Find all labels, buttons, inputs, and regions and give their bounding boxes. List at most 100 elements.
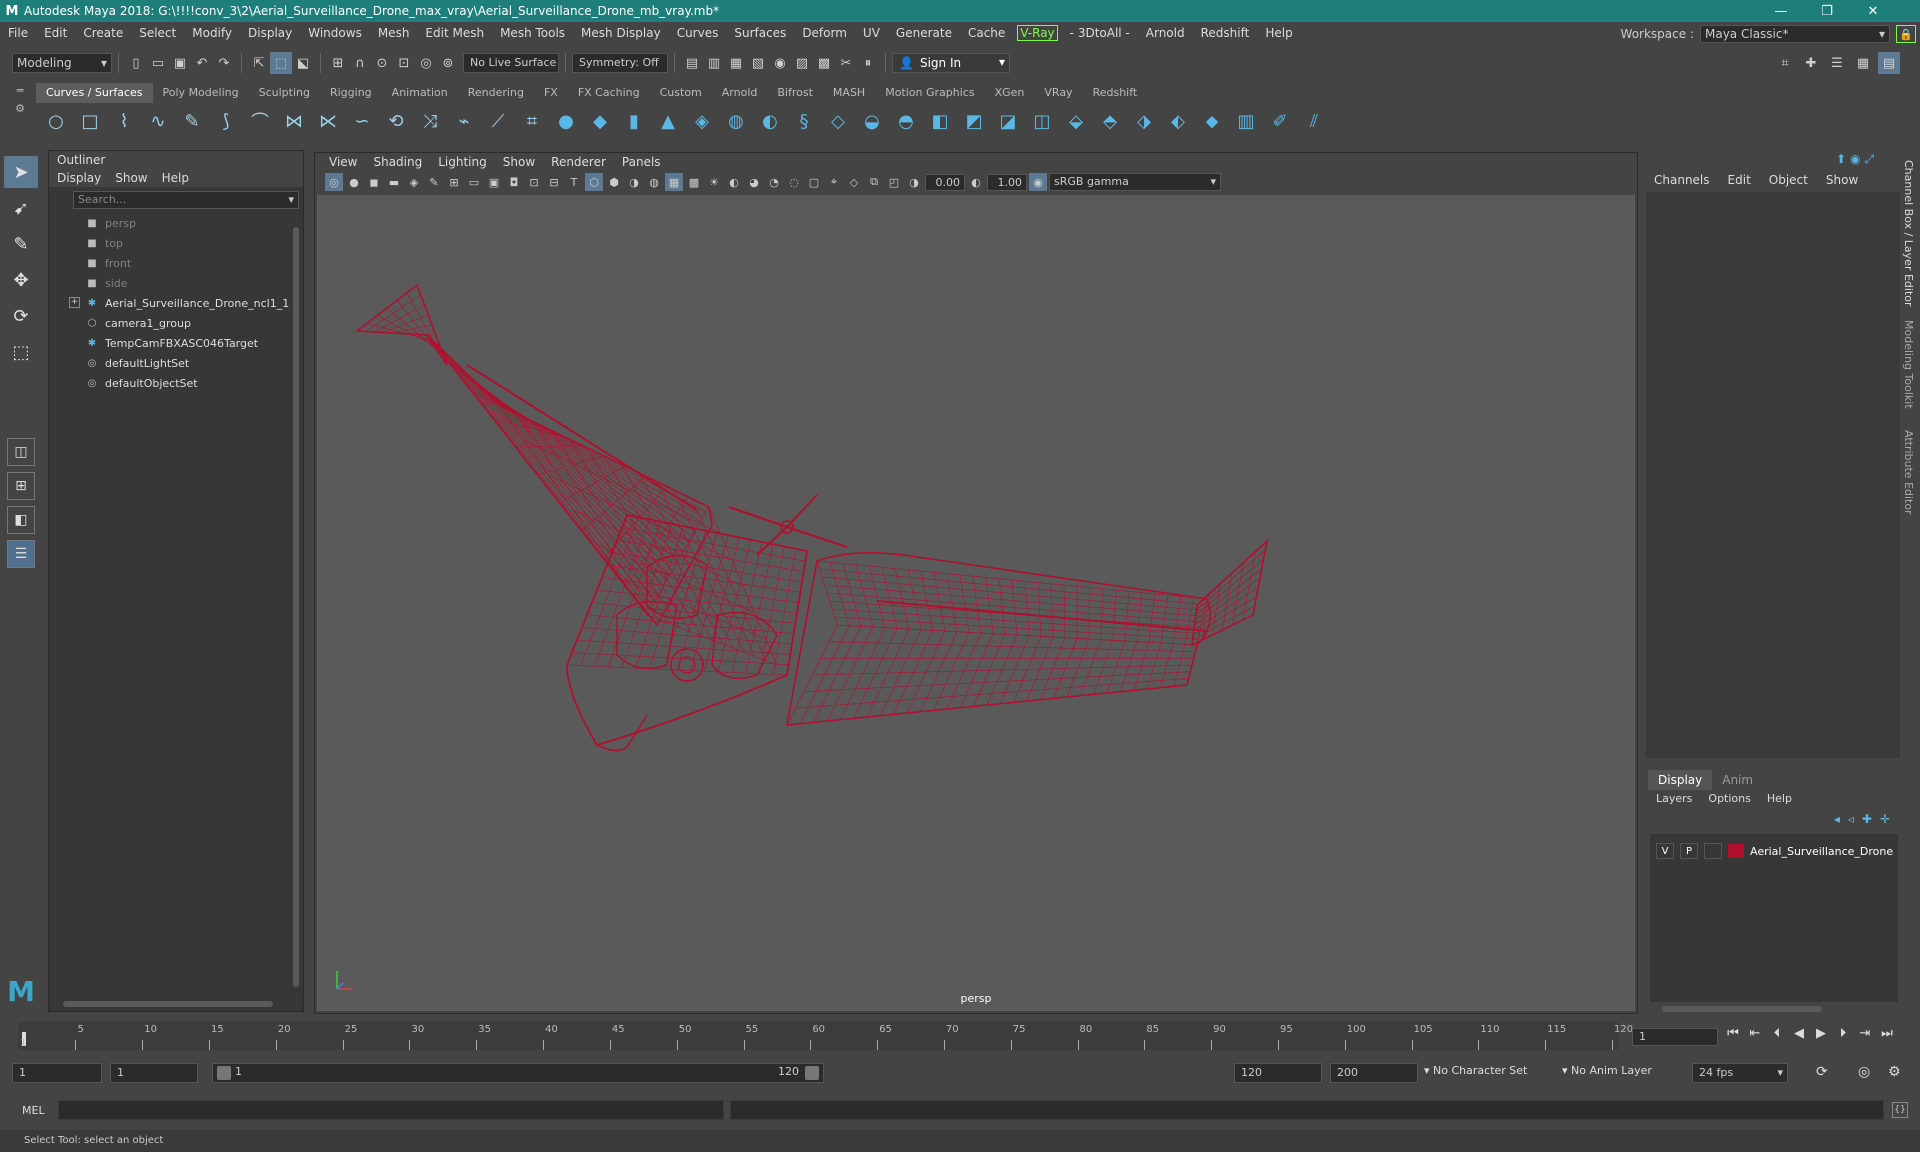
hypershade-icon[interactable]: ▨ — [791, 52, 813, 74]
shelf-tab-custom[interactable]: Custom — [650, 83, 712, 103]
open-scene-icon[interactable]: ▭ — [147, 52, 169, 74]
layer-playback-toggle[interactable]: P — [1680, 843, 1698, 859]
resolution-gate-icon[interactable]: ▣ — [485, 173, 503, 191]
layer-menu-layers[interactable]: Layers — [1656, 790, 1692, 808]
menu-item-vray[interactable]: V-Ray — [1017, 25, 1058, 41]
step-back-frame-icon[interactable]: ⏴ — [1770, 1026, 1784, 1041]
loop-icon[interactable]: ⟳ — [1816, 1064, 1828, 1080]
nurbs-sphere-icon[interactable]: ● — [552, 107, 580, 135]
minimize-button[interactable]: — — [1758, 0, 1804, 22]
cv-curve-icon[interactable]: ⌇ — [110, 107, 138, 135]
align-surfaces-icon[interactable]: ⬗ — [1130, 107, 1158, 135]
shelf-tab-xgen[interactable]: XGen — [985, 83, 1035, 103]
outliner-search-input[interactable]: Search... ▾ — [73, 191, 299, 209]
four-view-layout-icon[interactable]: ⊞ — [7, 472, 35, 500]
shelf-tab-animation[interactable]: Animation — [382, 83, 458, 103]
wireframe-icon[interactable]: ⬡ — [585, 173, 603, 191]
menu-item-create[interactable]: Create — [75, 26, 131, 40]
menu-set-dropdown[interactable]: Modeling ▾ — [12, 53, 112, 73]
sign-in-button[interactable]: 👤 Sign In ▾ — [892, 53, 1010, 73]
textured-icon[interactable]: ▩ — [685, 173, 703, 191]
pencil-curve-icon[interactable]: ✎ — [178, 107, 206, 135]
boundary-icon[interactable]: ◧ — [926, 107, 954, 135]
attach-curves-icon[interactable]: ⋈ — [280, 107, 308, 135]
menu-item-edit[interactable]: Edit — [36, 26, 75, 40]
nurbs-circle-icon[interactable]: ○ — [42, 107, 70, 135]
animation-start-field[interactable]: 1 — [12, 1063, 102, 1083]
xray-active-icon[interactable]: ⧉ — [865, 173, 883, 191]
nurbs-torus-icon[interactable]: ◍ — [722, 107, 750, 135]
layer-editor-toggle-icon[interactable]: ◉ — [1850, 152, 1860, 167]
layer-tab-anim[interactable]: Anim — [1712, 770, 1763, 790]
render-setup-icon[interactable]: ▩ — [813, 52, 835, 74]
outliner-menu-help[interactable]: Help — [162, 169, 189, 187]
time-slider[interactable]: 5 10 15 20 25 30 35 40 45 50 55 60 65 70 75 80 85 90 95 100… — [18, 1018, 1633, 1052]
detach-surfaces-icon[interactable]: ⬘ — [1096, 107, 1124, 135]
menu-item-cache[interactable]: Cache — [960, 26, 1013, 40]
render-settings-icon[interactable]: ▧ — [747, 52, 769, 74]
snap-point-icon[interactable]: ⊙ — [371, 52, 393, 74]
nurbs-cube-icon[interactable]: ◆ — [586, 107, 614, 135]
range-start-handle[interactable] — [217, 1066, 231, 1080]
shelf-tab-rigging[interactable]: Rigging — [320, 83, 382, 103]
expand-toggle-icon[interactable]: + — [69, 297, 80, 308]
outliner-item[interactable]: ■ side — [49, 273, 303, 293]
menu-item-windows[interactable]: Windows — [300, 26, 370, 40]
depth-of-field-icon[interactable]: ▢ — [805, 173, 823, 191]
shelf-tab-curves-surfaces[interactable]: Curves / Surfaces — [36, 83, 153, 103]
current-frame-field[interactable]: 1 — [1632, 1028, 1718, 1046]
ep-curve-icon[interactable]: ∿ — [144, 107, 172, 135]
playback-start-field[interactable]: 1 — [110, 1063, 198, 1083]
viewport-menu-show[interactable]: Show — [497, 153, 541, 171]
wireframe-on-shaded-icon[interactable]: ◍ — [645, 173, 663, 191]
two-pane-layout-icon[interactable]: ◧ — [7, 506, 35, 534]
birail-icon[interactable]: ◓ — [892, 107, 920, 135]
image-plane-icon[interactable]: ▬ — [385, 173, 403, 191]
shelf-tab-redshift[interactable]: Redshift — [1083, 83, 1148, 103]
anti-aliasing-icon[interactable]: ◌ — [785, 173, 803, 191]
step-forward-frame-icon[interactable]: ⏵ — [1836, 1026, 1850, 1041]
outliner-item[interactable]: ⬡ camera1_group — [49, 313, 303, 333]
open-close-icon[interactable]: ⬖ — [1164, 107, 1192, 135]
symmetry-dropdown[interactable]: Symmetry: Off — [572, 53, 668, 73]
menu-item-mesh-display[interactable]: Mesh Display — [573, 26, 669, 40]
shadows-icon[interactable]: ◐ — [725, 173, 743, 191]
gamma-field[interactable]: 1.00 — [987, 173, 1027, 191]
offset-curve-icon[interactable]: ⤨ — [416, 107, 444, 135]
layer-menu-help[interactable]: Help — [1767, 790, 1792, 808]
play-forward-icon[interactable]: ▶ — [1814, 1026, 1828, 1041]
outliner-item[interactable]: ✱ TempCamFBXASC046Target — [49, 333, 303, 353]
outliner-item[interactable]: ■ persp — [49, 213, 303, 233]
animation-end-field[interactable]: 200 — [1330, 1063, 1418, 1083]
select-camera-icon[interactable]: ◎ — [325, 173, 343, 191]
trim-curve-icon[interactable]: ⌗ — [518, 107, 546, 135]
snap-surface-icon[interactable]: ◎ — [415, 52, 437, 74]
2d-pan-zoom-icon[interactable]: ◈ — [405, 173, 423, 191]
undo-icon[interactable]: ↶ — [191, 52, 213, 74]
rotate-tool-icon[interactable]: ⟳ — [4, 300, 38, 332]
menu-item-redshift[interactable]: Redshift — [1193, 26, 1258, 40]
attach-surfaces-icon[interactable]: ⬙ — [1062, 107, 1090, 135]
go-to-start-icon[interactable]: ⏮ — [1726, 1026, 1740, 1041]
reverse-curve-icon[interactable]: ⟲ — [382, 107, 410, 135]
sculpt-tool-icon[interactable]: ✐ — [1266, 107, 1294, 135]
viewport-menu-view[interactable]: View — [323, 153, 363, 171]
shelf-tab-fx[interactable]: FX — [534, 83, 568, 103]
menu-item--3dtoall-[interactable]: - 3DtoAll - — [1062, 26, 1138, 40]
script-editor-icon[interactable]: {} — [1892, 1102, 1908, 1118]
loft-icon[interactable]: § — [790, 107, 818, 135]
shelf-tab-vray[interactable]: VRay — [1034, 83, 1082, 103]
close-button[interactable]: ✕ — [1850, 0, 1896, 22]
viewport-menu-shading[interactable]: Shading — [367, 153, 428, 171]
single-perspective-layout-icon[interactable]: ◫ — [7, 438, 35, 466]
fillet-curve-icon[interactable]: ⌁ — [450, 107, 478, 135]
new-scene-icon[interactable]: ▯ — [125, 52, 147, 74]
outliner-menu-show[interactable]: Show — [115, 169, 147, 187]
pause-render-icon[interactable]: ⏸ — [857, 52, 879, 74]
script-language-toggle[interactable]: MEL — [22, 1104, 45, 1117]
outliner-layout-icon[interactable]: ☰ — [7, 540, 35, 568]
view-transform-dropdown[interactable]: sRGB gamma ▾ — [1049, 173, 1221, 191]
go-to-end-icon[interactable]: ⏭ — [1880, 1026, 1894, 1041]
menu-item-arnold[interactable]: Arnold — [1138, 26, 1193, 40]
menu-item-file[interactable]: File — [0, 26, 36, 40]
